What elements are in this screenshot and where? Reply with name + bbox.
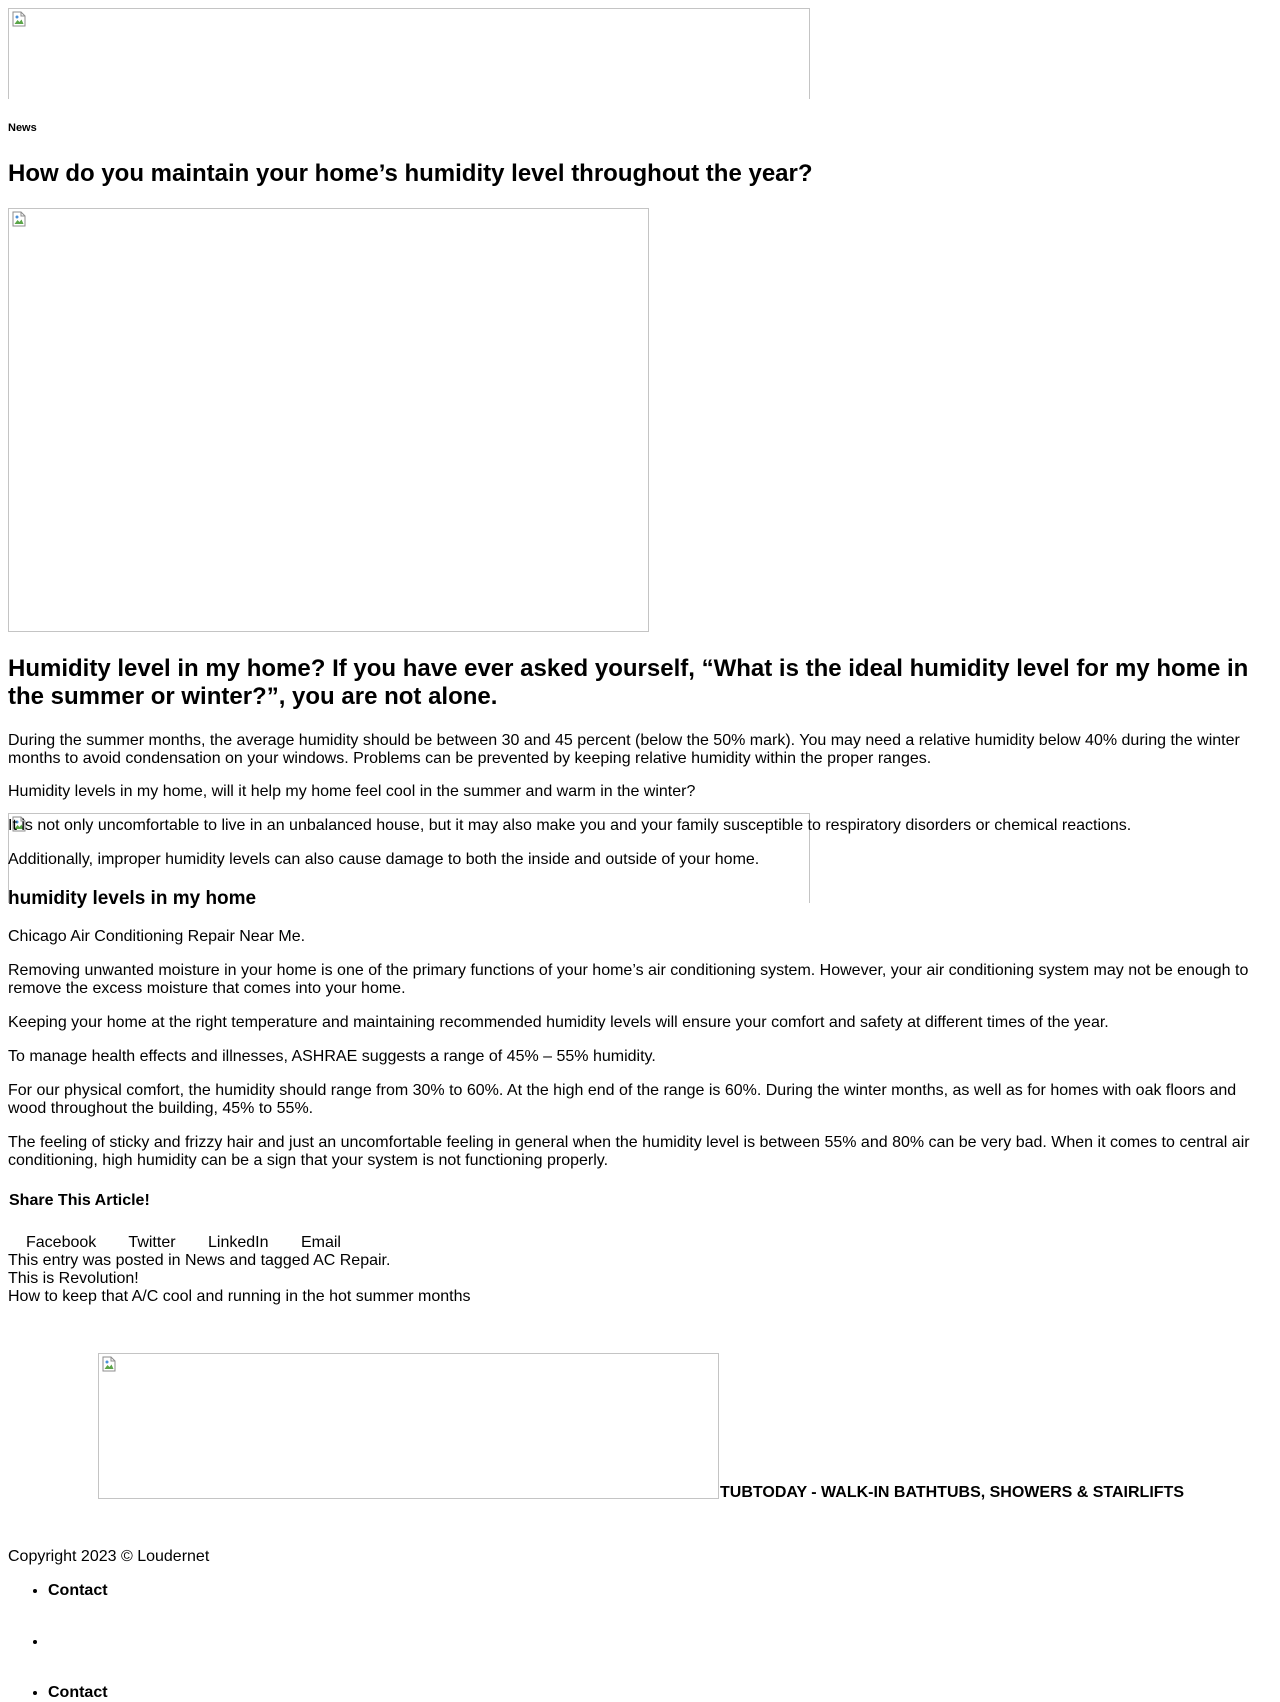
footer-contact-link[interactable]: Contact bbox=[48, 1684, 108, 1701]
footer-menu-item bbox=[48, 1633, 108, 1651]
post-meta-middle: and tagged bbox=[224, 1252, 314, 1269]
footer-contact-link[interactable]: Contact bbox=[48, 1582, 108, 1599]
article-paragraph: To manage health effects and illnesses, … bbox=[8, 1048, 656, 1065]
share-twitter-link[interactable]: Twitter bbox=[128, 1234, 175, 1251]
footer-logo-image[interactable] bbox=[98, 1353, 719, 1499]
post-meta: This entry was posted in News and tagged… bbox=[8, 1252, 390, 1270]
previous-post-link[interactable]: This is Revolution! bbox=[8, 1270, 139, 1287]
next-post-link-wrapper: How to keep that A/C cool and running in… bbox=[8, 1288, 470, 1306]
footer-menu-item: Contact bbox=[48, 1582, 108, 1600]
previous-post-link-wrapper: This is Revolution! bbox=[8, 1270, 139, 1288]
article-paragraph: Chicago Air Conditioning Repair Near Me. bbox=[8, 928, 306, 945]
footer-menu: Contact Contact bbox=[8, 1582, 108, 1702]
share-title: Share This Article! bbox=[9, 1192, 150, 1209]
share-linkedin-link[interactable]: LinkedIn bbox=[208, 1234, 269, 1251]
share-links: Facebook Twitter LinkedIn Email bbox=[26, 1234, 369, 1252]
broken-image-icon bbox=[11, 211, 27, 227]
post-meta-category-link[interactable]: News bbox=[185, 1252, 225, 1269]
featured-image bbox=[8, 208, 649, 632]
footer-menu-item: Contact bbox=[48, 1684, 108, 1702]
page-title: How do you maintain your home’s humidity… bbox=[8, 160, 813, 187]
post-meta-suffix: . bbox=[386, 1252, 391, 1269]
article-paragraph: Removing unwanted moisture in your home … bbox=[8, 962, 1249, 997]
article-paragraph: During the summer months, the average hu… bbox=[8, 732, 1240, 767]
article-paragraph: The feeling of sticky and frizzy hair an… bbox=[8, 1134, 1250, 1169]
section-heading: humidity levels in my home bbox=[8, 888, 257, 909]
post-category[interactable]: News bbox=[8, 122, 37, 134]
post-meta-tag-link[interactable]: AC Repair bbox=[313, 1252, 386, 1269]
post-meta-prefix: This entry was posted in bbox=[8, 1252, 185, 1269]
article-paragraph: It is not only uncomfortable to live in … bbox=[8, 817, 1132, 834]
article-paragraph: Keeping your home at the right temperatu… bbox=[8, 1014, 1109, 1031]
article-paragraph: Humidity levels in my home, will it help… bbox=[8, 783, 696, 800]
article-paragraph: For our physical comfort, the humidity s… bbox=[8, 1082, 1237, 1117]
broken-image-icon bbox=[11, 11, 27, 27]
article-subheading: Humidity level in my home? If you have e… bbox=[8, 655, 1249, 710]
article-paragraph: Additionally, improper humidity levels c… bbox=[8, 851, 760, 868]
next-post-link[interactable]: How to keep that A/C cool and running in… bbox=[8, 1288, 470, 1305]
copyright-text: Copyright 2023 © Loudernet bbox=[8, 1548, 210, 1565]
footer-brand-name[interactable]: TUBTODAY - WALK-IN BATHTUBS, SHOWERS & S… bbox=[720, 1484, 1184, 1502]
share-facebook-link[interactable]: Facebook bbox=[26, 1234, 96, 1251]
header-logo-image[interactable] bbox=[8, 8, 810, 99]
broken-image-icon bbox=[101, 1356, 117, 1372]
share-email-link[interactable]: Email bbox=[301, 1234, 341, 1251]
